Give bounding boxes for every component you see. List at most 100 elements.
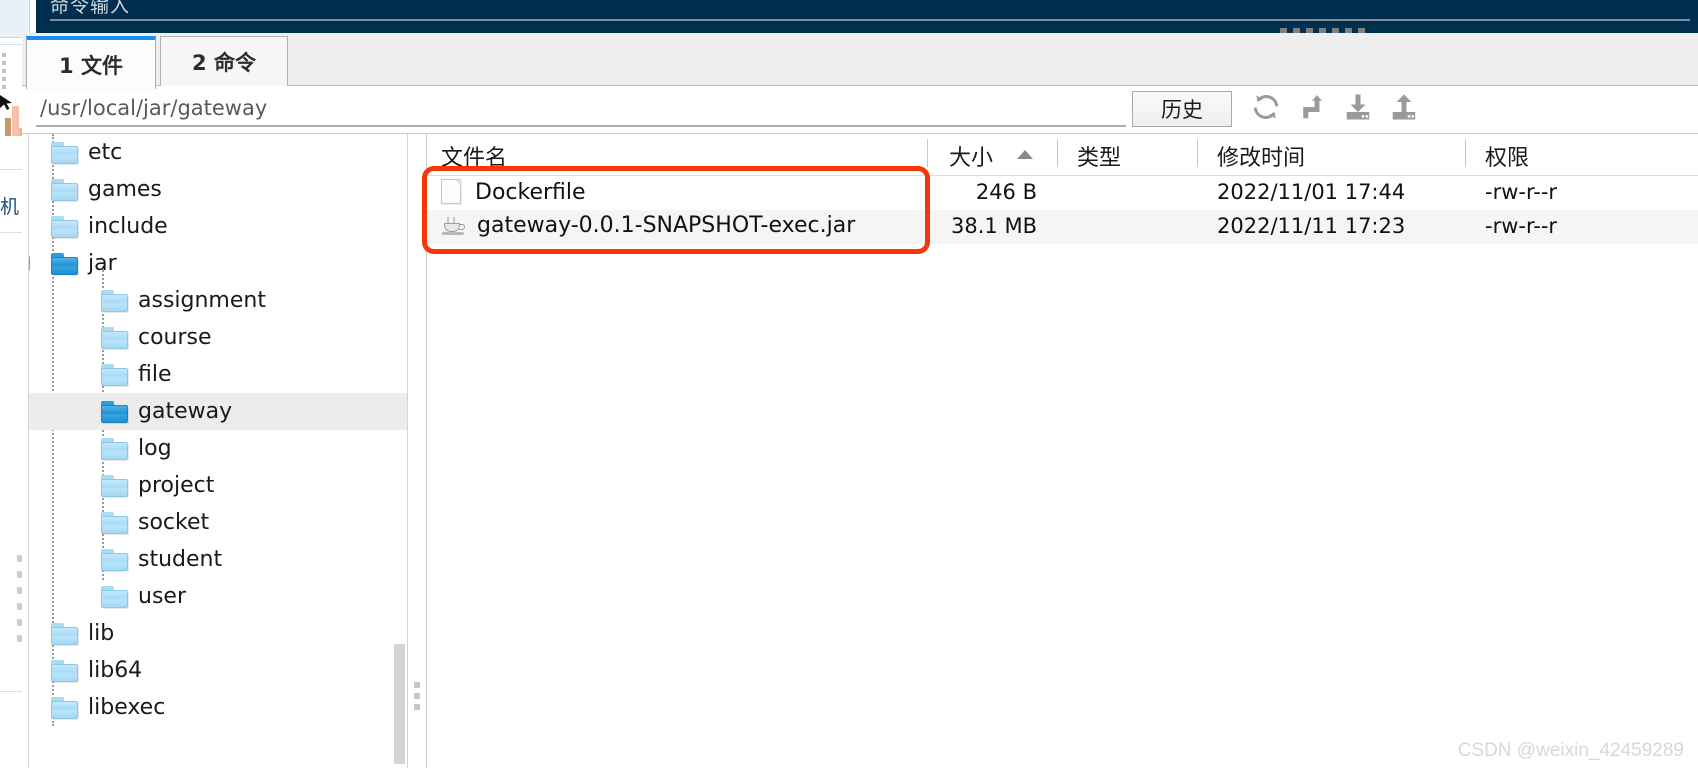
tree-item-games[interactable]: games bbox=[29, 171, 407, 208]
tree-item-log[interactable]: log bbox=[29, 430, 407, 467]
up-level-icon[interactable] bbox=[1296, 91, 1328, 123]
tab-commands[interactable]: 2 命令 bbox=[160, 36, 288, 86]
column-separator[interactable] bbox=[1465, 139, 1466, 167]
jar-file-icon bbox=[441, 215, 467, 237]
folder-icon bbox=[101, 289, 129, 312]
folder-icon bbox=[101, 548, 129, 571]
tree-item-lib64[interactable]: lib64 bbox=[29, 652, 407, 689]
tab-files-label: 1 文件 bbox=[59, 53, 123, 78]
tree-item-label: gateway bbox=[138, 399, 233, 424]
file-list-header: 文件名 大小 类型 修改时间 权限 bbox=[427, 134, 1698, 176]
column-header-name[interactable]: 文件名 bbox=[441, 140, 507, 172]
mouse-cursor-icon bbox=[0, 95, 12, 110]
column-header-modified[interactable]: 修改时间 bbox=[1217, 140, 1305, 172]
file-list-panel: 文件名 大小 类型 修改时间 权限 Dockerfile 246 B 2022/11/01 … bbox=[426, 134, 1698, 768]
tree-collapse-icon[interactable] bbox=[29, 255, 30, 272]
path-toolbar-icons bbox=[1250, 91, 1420, 123]
file-row[interactable]: Dockerfile 246 B 2022/11/01 17:44 -rw-r--r bbox=[427, 176, 1698, 210]
folder-icon bbox=[51, 696, 79, 719]
tree-item-label: lib64 bbox=[88, 658, 143, 683]
file-permission-cell: -rw-r--r bbox=[1485, 214, 1558, 238]
download-icon[interactable] bbox=[1342, 91, 1374, 123]
tree-item-libexec[interactable]: libexec bbox=[29, 689, 407, 726]
tree-vertical-scrollbar[interactable] bbox=[394, 644, 405, 764]
folder-icon bbox=[101, 585, 129, 608]
tree-item-assignment[interactable]: assignment bbox=[29, 282, 407, 319]
folder-icon bbox=[101, 437, 129, 460]
file-permission-cell: -rw-r--r bbox=[1485, 180, 1558, 204]
tree-item-label: user bbox=[138, 584, 186, 609]
tree-item-lib[interactable]: lib bbox=[29, 615, 407, 652]
tree-item-file[interactable]: file bbox=[29, 356, 407, 393]
file-row[interactable]: gateway-0.0.1-SNAPSHOT-exec.jar 38.1 MB 20… bbox=[427, 210, 1698, 244]
column-separator[interactable] bbox=[927, 139, 928, 167]
file-modified-cell: 2022/11/01 17:44 bbox=[1217, 180, 1406, 204]
folder-icon bbox=[101, 326, 129, 349]
tree-item-label: project bbox=[138, 473, 215, 498]
path-toolbar: 历史 bbox=[22, 87, 1698, 133]
window-title-bar: 命令输入 bbox=[36, 0, 1698, 25]
tree-item-label: include bbox=[88, 214, 168, 239]
window-title-bar-shadow bbox=[36, 25, 1698, 33]
tree-item-label: assignment bbox=[138, 288, 266, 313]
tab-bar: 1 文件 2 命令 bbox=[22, 33, 1698, 89]
tree-item-student[interactable]: student bbox=[29, 541, 407, 578]
document-file-icon bbox=[441, 179, 463, 205]
panel-splitter[interactable] bbox=[414, 682, 422, 715]
tree-item-label: student bbox=[138, 547, 223, 572]
tree-item-user[interactable]: user bbox=[29, 578, 407, 615]
tree-item-label: etc bbox=[88, 140, 123, 165]
tree-item-gateway[interactable]: gateway bbox=[29, 393, 407, 430]
file-name-label: Dockerfile bbox=[475, 179, 586, 205]
column-header-type[interactable]: 类型 bbox=[1077, 140, 1121, 172]
folder-icon bbox=[101, 400, 129, 423]
refresh-icon[interactable] bbox=[1250, 91, 1282, 123]
tree-item-course[interactable]: course bbox=[29, 319, 407, 356]
tree-item-include[interactable]: include bbox=[29, 208, 407, 245]
window-title: 命令输入 bbox=[50, 0, 131, 17]
watermark: CSDN @weixin_42459289 bbox=[1457, 740, 1684, 761]
folder-icon bbox=[101, 511, 129, 534]
file-size-cell: 246 B bbox=[975, 180, 1037, 204]
tree-item-label: course bbox=[138, 325, 212, 350]
folder-icon bbox=[51, 141, 79, 164]
file-modified-cell: 2022/11/11 17:23 bbox=[1217, 214, 1406, 238]
tree-item-label: socket bbox=[138, 510, 210, 535]
column-separator[interactable] bbox=[1197, 139, 1198, 167]
folder-icon bbox=[101, 474, 129, 497]
path-input[interactable] bbox=[36, 91, 1126, 127]
tab-files[interactable]: 1 文件 bbox=[26, 36, 156, 89]
folder-icon bbox=[51, 622, 79, 645]
folder-icon bbox=[101, 363, 129, 386]
directory-tree: etc games include jar assignment course file ga… bbox=[29, 134, 407, 768]
file-name-cell: gateway-0.0.1-SNAPSHOT-exec.jar bbox=[441, 213, 855, 238]
tree-item-jar[interactable]: jar bbox=[29, 245, 407, 282]
tree-item-label: libexec bbox=[88, 695, 166, 720]
upload-icon[interactable] bbox=[1388, 91, 1420, 123]
tree-item-label: jar bbox=[88, 251, 117, 276]
file-name-label: gateway-0.0.1-SNAPSHOT-exec.jar bbox=[477, 213, 856, 238]
folder-icon bbox=[51, 252, 79, 275]
folder-icon bbox=[51, 659, 79, 682]
title-underline bbox=[50, 19, 1690, 21]
tree-item-project[interactable]: project bbox=[29, 467, 407, 504]
column-header-size[interactable]: 大小 bbox=[949, 140, 993, 172]
tree-item-label: games bbox=[88, 177, 162, 202]
tab-commands-label: 2 命令 bbox=[192, 50, 256, 75]
file-size-cell: 38.1 MB bbox=[951, 214, 1037, 238]
column-header-perm[interactable]: 权限 bbox=[1485, 140, 1529, 172]
main-split: etc games include jar assignment course file ga… bbox=[22, 133, 1698, 768]
app-root: 机 命令输入 1 文件 2 命令 历史 bbox=[0, 0, 1698, 768]
tree-item-socket[interactable]: socket bbox=[29, 504, 407, 541]
column-separator[interactable] bbox=[1057, 139, 1058, 167]
directory-tree-panel[interactable]: etc games include jar assignment course file ga… bbox=[28, 134, 408, 768]
tree-item-label: log bbox=[138, 436, 172, 461]
folder-icon bbox=[51, 215, 79, 238]
tree-item-label: lib bbox=[88, 621, 115, 646]
strip-dots bbox=[2, 53, 6, 93]
sort-ascending-icon bbox=[1017, 150, 1033, 159]
tree-item-etc[interactable]: etc bbox=[29, 134, 407, 171]
file-name-cell: Dockerfile bbox=[441, 179, 586, 205]
tree-item-label: file bbox=[138, 362, 172, 387]
history-button[interactable]: 历史 bbox=[1132, 91, 1232, 127]
